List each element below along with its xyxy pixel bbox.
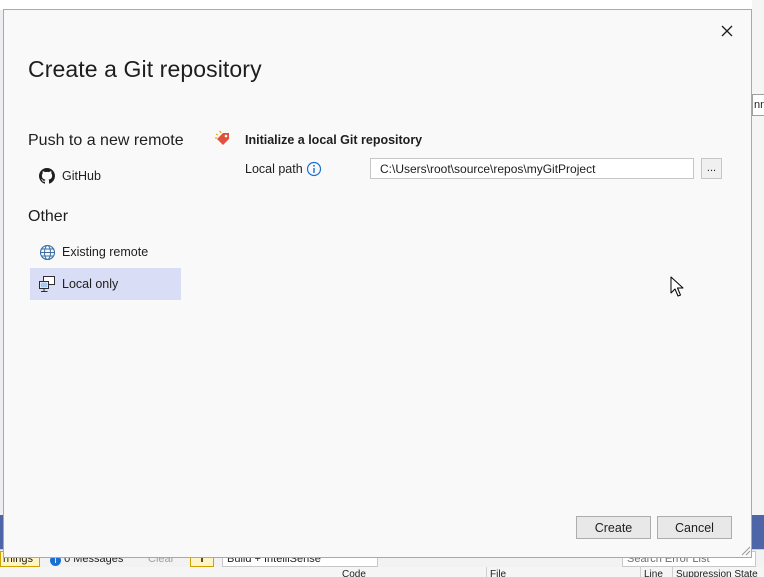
push-to-remote-heading: Push to a new remote	[28, 132, 184, 149]
column-separator	[672, 567, 673, 577]
browse-button[interactable]: ...	[701, 158, 722, 179]
column-separator	[486, 567, 487, 577]
dialog-title: Create a Git repository	[28, 56, 262, 82]
sidebar-item-label: Existing remote	[62, 245, 149, 259]
create-button[interactable]: Create	[576, 516, 651, 539]
close-button[interactable]	[715, 19, 739, 43]
close-icon	[721, 25, 733, 37]
column-separator	[640, 567, 641, 577]
column-header-suppression[interactable]: Suppression State	[676, 569, 758, 577]
computer-icon	[38, 275, 56, 293]
github-icon	[38, 167, 56, 185]
local-path-input[interactable]	[370, 158, 694, 179]
background-right-tab[interactable]: nn	[752, 94, 764, 116]
sidebar-item-existing-remote[interactable]: Existing remote	[30, 236, 181, 268]
cancel-button[interactable]: Cancel	[657, 516, 732, 539]
git-init-icon	[214, 130, 234, 150]
error-list-column-headers: Code File Line Suppression State	[0, 567, 764, 577]
sidebar-item-local-only[interactable]: Local only	[30, 268, 181, 300]
background-right-panel	[752, 0, 764, 577]
column-header-line[interactable]: Line	[644, 569, 663, 577]
other-heading: Other	[28, 208, 69, 225]
local-path-label: Local path	[245, 162, 303, 176]
initialize-local-repo-label: Initialize a local Git repository	[245, 133, 423, 147]
sidebar-item-label: Local only	[62, 277, 119, 291]
column-header-code[interactable]: Code	[342, 569, 366, 577]
create-git-repository-dialog: Create a Git repository Push to a new re…	[3, 9, 752, 558]
info-icon[interactable]	[306, 161, 322, 177]
sidebar-item-github[interactable]: GitHub	[30, 160, 181, 192]
column-header-file[interactable]: File	[490, 569, 506, 577]
sidebar-item-label: GitHub	[62, 169, 101, 183]
globe-icon	[38, 243, 56, 261]
resize-grip-icon[interactable]	[739, 543, 751, 556]
initialize-local-repo-row: Initialize a local Git repository	[214, 130, 422, 150]
